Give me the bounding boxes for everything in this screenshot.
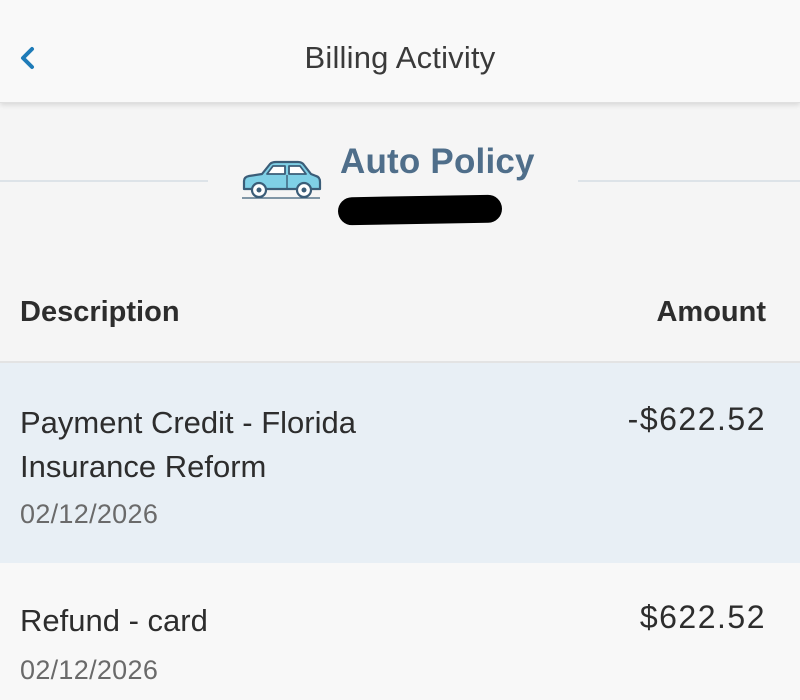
table-row[interactable]: Payment Credit - Florida Insurance Refor… [0, 363, 800, 563]
app-header: Billing Activity [0, 0, 800, 103]
divider-right [578, 180, 800, 182]
table-row[interactable]: Refund - card 02/12/2026 $622.52 [0, 563, 800, 700]
billing-activity-screen: Billing Activity Auto Policy Description… [0, 0, 800, 700]
row-date: 02/12/2026 [20, 655, 159, 685]
row-date: 02/12/2026 [20, 499, 159, 529]
row-amount: -$622.52 [627, 401, 766, 437]
column-header-amount: Amount [656, 296, 766, 328]
divider-left [0, 180, 208, 182]
car-icon [242, 160, 322, 199]
row-description: Payment Credit - Florida Insurance Refor… [20, 405, 356, 484]
page-title: Billing Activity [304, 40, 496, 75]
column-header-description: Description [20, 296, 180, 328]
table-header: Description Amount [0, 260, 800, 363]
row-description: Refund - card [20, 603, 208, 638]
policy-title: Auto Policy [340, 142, 535, 181]
policy-section: Auto Policy [0, 104, 800, 260]
row-amount: $622.52 [639, 599, 766, 635]
redacted-policy-number [337, 194, 503, 226]
